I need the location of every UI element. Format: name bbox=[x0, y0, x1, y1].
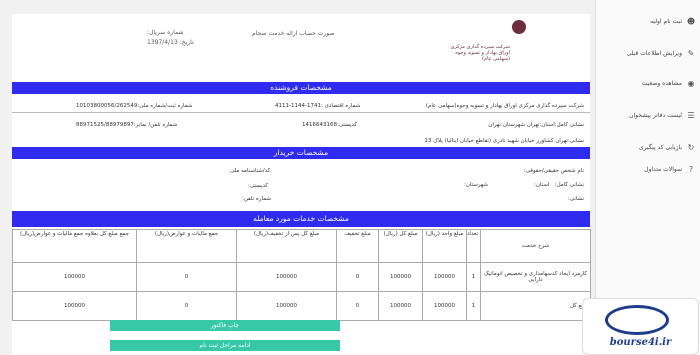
table-cell: 100000 bbox=[378, 291, 423, 321]
services-section-title: مشخصات خدمات مورد معامله bbox=[12, 211, 590, 227]
table-cell: 1 bbox=[466, 262, 481, 292]
eye-icon: ◉ bbox=[687, 78, 695, 88]
sidebar-item-recover[interactable]: ↻ بازیابی کد پیگیری bbox=[600, 136, 696, 158]
company-logo-icon bbox=[512, 20, 526, 34]
sidebar-item-register[interactable]: ☻ ثبت نام اولیه bbox=[600, 10, 696, 32]
seller-postal-code: کدپستی:1416643168 bbox=[302, 122, 358, 128]
services-table: شرح خدمت تعداد مبلغ واحد (ریال) مبلغ کل … bbox=[12, 229, 591, 321]
table-row: کارمزد ایجاد کدسهامداری و تخصیص اتوماتیک… bbox=[12, 262, 591, 292]
table-row: جمع کل 1 100000 100000 0 100000 0 100000 bbox=[12, 291, 591, 321]
date-value: 1397/4/13 bbox=[147, 39, 178, 46]
seller-national-id: شماره ثبت/شماره ملی:10103800056/262549 bbox=[76, 103, 193, 109]
table-header-row: شرح خدمت تعداد مبلغ واحد (ریال) مبلغ کل … bbox=[12, 229, 591, 263]
sidebar-item-label: ویرایش اطلاعات قبلی bbox=[626, 49, 682, 57]
invoice-title: صورت حساب ارائه خدمت سجام bbox=[252, 30, 335, 37]
buyer-postal-code: کدپستی: bbox=[248, 183, 269, 189]
list-icon: ☰ bbox=[687, 110, 695, 120]
table-cell: کارمزد ایجاد کدسهامداری و تخصیص اتوماتیک… bbox=[480, 262, 591, 292]
print-invoice-button[interactable]: چاپ فاکتور bbox=[110, 320, 340, 331]
chart-logo-icon bbox=[605, 305, 669, 335]
seller-address: نشانی:تهران کشاورز خیابان شهید نادری (تق… bbox=[424, 138, 584, 144]
seller-full-address: نشانی کامل:استان:تهران شهرستان:تهران bbox=[488, 122, 584, 128]
buyer-phone: شماره تلفن: bbox=[242, 196, 271, 202]
sidebar-item-label: سوالات متداول bbox=[644, 165, 682, 173]
table-cell: 0 bbox=[136, 291, 237, 321]
sidebar-item-label: ثبت نام اولیه bbox=[650, 17, 682, 25]
sidebar-item-offices[interactable]: ☰ لیست دفاتر پیشخوان bbox=[600, 104, 696, 126]
sidebar-item-status[interactable]: ◉ مشاهده وضعیت bbox=[600, 72, 696, 94]
column-header: مبلغ کل پس از تخفیف(ریال) bbox=[236, 229, 337, 263]
watermark: bourse4i.ir bbox=[582, 298, 699, 355]
column-header: جمع مالیات و عوارض(ریال) bbox=[136, 229, 237, 263]
buyer-person-name: نام شخص حقیقی/حقوقی: bbox=[523, 168, 584, 174]
buyer-national-code: کد/شناسنامه ملی bbox=[230, 168, 271, 174]
company-name: شرکت سپرده گذاری مرکزی اوراق بهادار و تس… bbox=[450, 44, 510, 62]
column-header: تعداد bbox=[466, 229, 481, 263]
page: ☻ ثبت نام اولیه ✎ ویرایش اطلاعات قبلی ◉ … bbox=[0, 0, 700, 355]
sidebar-item-label: بازیابی کد پیگیری bbox=[639, 143, 682, 151]
column-header: مبلغ واحد (ریال) bbox=[422, 229, 467, 263]
buyer-address: نشانی: bbox=[567, 196, 584, 202]
column-header: جمع مبلغ کل بعلاوه جمع مالیات و عوارض(ری… bbox=[12, 229, 137, 263]
column-header: مبلغ کل (ریال) bbox=[378, 229, 423, 263]
invoice: شرکت سپرده گذاری مرکزی اوراق بهادار و تس… bbox=[12, 14, 591, 355]
table-cell: 100000 bbox=[422, 262, 467, 292]
seller-economic-no: شماره اقتصادی :1741-1144-4111 bbox=[275, 103, 361, 109]
sidebar-item-edit[interactable]: ✎ ویرایش اطلاعات قبلی bbox=[600, 42, 696, 64]
sidebar-item-label: لیست دفاتر پیشخوان bbox=[629, 111, 682, 119]
table-cell: 0 bbox=[336, 262, 379, 292]
question-icon: ? bbox=[688, 164, 694, 174]
buyer-city: شهرستان: bbox=[464, 182, 489, 188]
watermark-text: bourse4i.ir bbox=[609, 337, 672, 348]
table-cell: 0 bbox=[136, 262, 237, 292]
serial-label: شماره سریال: bbox=[147, 29, 184, 36]
edit-icon: ✎ bbox=[687, 48, 695, 58]
refresh-icon: ↻ bbox=[687, 142, 695, 152]
column-header: مبلغ تخفیف bbox=[336, 229, 379, 263]
buyer-section-title: مشخصات خریدار bbox=[12, 147, 590, 159]
user-icon: ☻ bbox=[686, 16, 696, 26]
table-cell: 0 bbox=[336, 291, 379, 321]
seller-phone: شماره تلفن/ نمابر:88971525/88979897 bbox=[76, 122, 178, 128]
column-header: شرح خدمت bbox=[480, 229, 591, 263]
table-cell: 100000 bbox=[422, 291, 467, 321]
table-cell: 1 bbox=[466, 291, 481, 321]
continue-registration-button[interactable]: ادامه مراحل ثبت نام bbox=[110, 340, 340, 351]
table-cell: 100000 bbox=[378, 262, 423, 292]
divider bbox=[12, 112, 590, 113]
buyer-full-address: نشانی کامل: bbox=[554, 182, 584, 188]
table-cell: 100000 bbox=[12, 291, 137, 321]
serial-number: شماره سریال: bbox=[147, 29, 184, 36]
table-cell: 100000 bbox=[236, 291, 337, 321]
date-label: تاریخ: bbox=[179, 39, 194, 46]
sidebar-item-label: مشاهده وضعیت bbox=[641, 79, 682, 87]
seller-name: شرکت سپرده گذاری مرکزی اوراق بهادار و تس… bbox=[425, 103, 584, 109]
table-cell: 100000 bbox=[236, 262, 337, 292]
table-cell: جمع کل bbox=[480, 291, 591, 321]
seller-section-title: مشخصات فروشنده bbox=[12, 82, 590, 94]
table-cell: 100000 bbox=[12, 262, 137, 292]
buyer-province: استان: bbox=[534, 182, 550, 188]
sidebar-item-faq[interactable]: ? سوالات متداول bbox=[600, 158, 696, 180]
invoice-date: تاریخ: 1397/4/13 bbox=[147, 39, 194, 46]
